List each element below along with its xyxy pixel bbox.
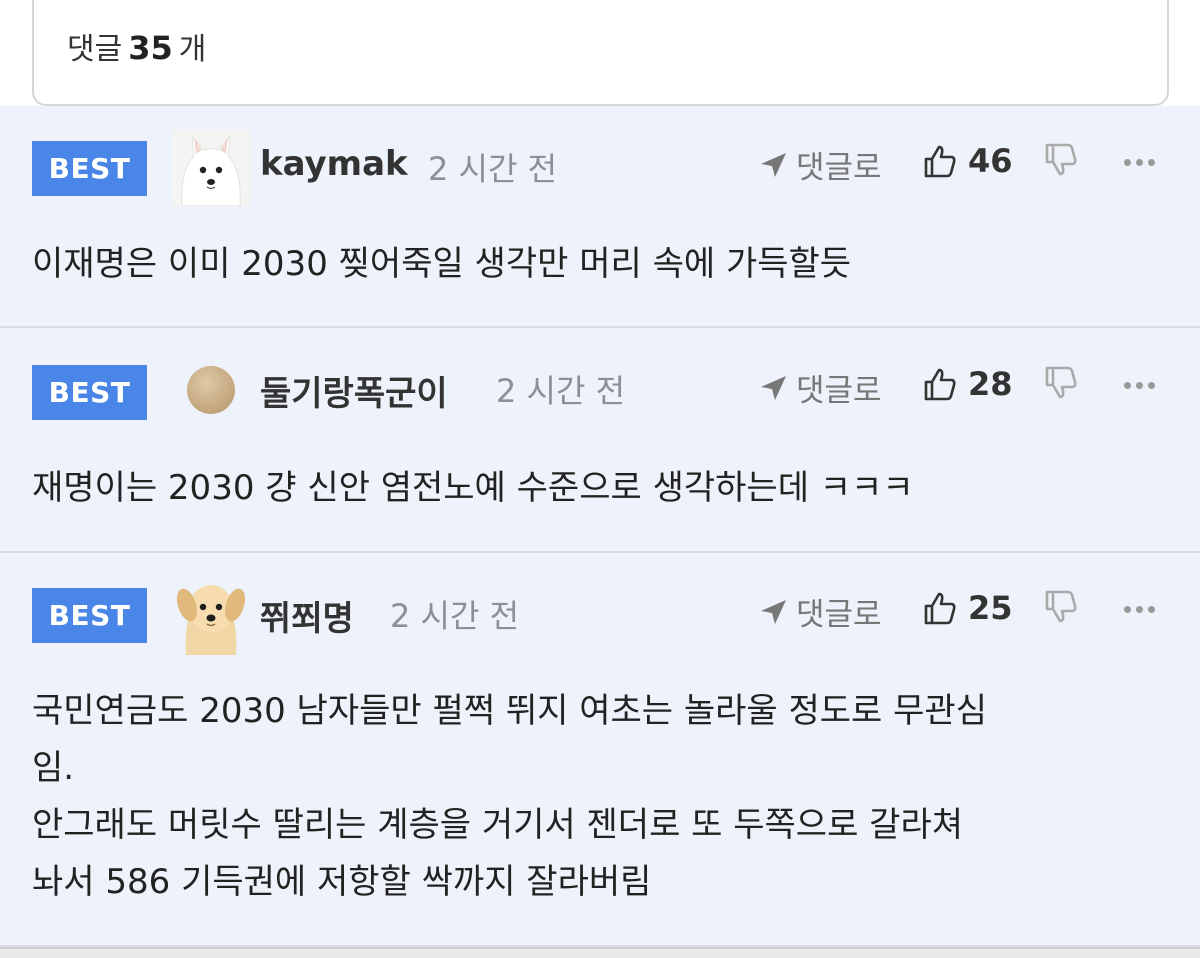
comment-line: 국민연금도 2030 남자들만 펄쩍 뛰지 여초는 놀라울 정도로 무관심 xyxy=(32,691,987,731)
more-dot xyxy=(1148,382,1155,389)
reply-label: 댓글로 xyxy=(796,373,882,409)
username[interactable]: kaymak xyxy=(260,144,408,184)
comment-line: 임. xyxy=(32,748,75,788)
best-badge: BEST xyxy=(32,365,147,420)
comment-text: 재명이는 2030 걍 신안 염전노예 수준으로 생각하는데 ㅋㅋㅋ xyxy=(32,460,914,517)
comment-header: BEST kaymak 2 시간 전 댓글로 46 xyxy=(0,106,1200,216)
like-button[interactable]: 25 xyxy=(922,589,1013,627)
comment-count-number: 35 xyxy=(128,29,173,67)
like-count: 25 xyxy=(968,589,1013,627)
comment-line: 이재명은 이미 2030 찢어죽일 생각만 머리 속에 가득할듯 xyxy=(32,244,852,284)
more-dot xyxy=(1148,159,1155,166)
comment-line: 재명이는 2030 걍 신안 염전노예 수준으로 생각하는데 ㅋㅋㅋ xyxy=(32,468,914,508)
dislike-button[interactable] xyxy=(1043,589,1079,629)
comment-count: 댓글 35 개 xyxy=(67,24,206,68)
bottom-divider xyxy=(0,947,1200,958)
more-options-button[interactable] xyxy=(1124,382,1155,389)
comment-line: 놔서 586 기득권에 저항할 싹까지 잘라버림 xyxy=(32,862,652,902)
best-badge: BEST xyxy=(32,588,147,643)
send-arrow-icon xyxy=(761,152,786,177)
like-button[interactable]: 46 xyxy=(922,142,1013,180)
more-dot xyxy=(1148,606,1155,613)
comment-item: BEST kaymak 2 시간 전 댓글로 46 이재명은 이미 2030 찢… xyxy=(0,106,1200,328)
avatar[interactable] xyxy=(172,575,250,655)
username[interactable]: 쮜쬐명 xyxy=(260,591,354,640)
comment-text: 이재명은 이미 2030 찢어죽일 생각만 머리 속에 가득할듯 xyxy=(32,236,851,293)
comment-item: BEST 둘기랑폭군이 2 시간 전 댓글로 28 재명이는 2030 걍 신안… xyxy=(0,328,1200,553)
like-count: 28 xyxy=(968,365,1013,403)
circle-avatar-icon xyxy=(187,366,235,414)
thumbs-up-icon xyxy=(924,368,956,401)
thumbs-down-icon xyxy=(1045,590,1077,623)
more-dots-icon xyxy=(1124,606,1131,613)
reply-button[interactable]: 댓글로 xyxy=(758,142,882,187)
more-dots-icon xyxy=(1124,382,1131,389)
reply-label: 댓글로 xyxy=(796,150,882,186)
like-button[interactable]: 28 xyxy=(922,365,1013,403)
thumbs-up-icon xyxy=(924,145,956,178)
timestamp: 2 시간 전 xyxy=(390,597,520,635)
timestamp: 2 시간 전 xyxy=(428,150,558,188)
samoyed-avatar-icon xyxy=(172,130,250,206)
reply-button[interactable]: 댓글로 xyxy=(758,589,882,634)
more-options-button[interactable] xyxy=(1124,159,1155,166)
comment-count-box: 댓글 35 개 xyxy=(32,0,1169,106)
more-dot xyxy=(1136,382,1143,389)
more-dot xyxy=(1136,606,1143,613)
thumbs-down-icon xyxy=(1045,143,1077,176)
avatar[interactable] xyxy=(186,365,236,415)
send-arrow-icon xyxy=(761,599,786,624)
thumbs-down-icon xyxy=(1045,366,1077,399)
timestamp: 2 시간 전 xyxy=(496,372,626,410)
reply-label: 댓글로 xyxy=(796,597,882,633)
comment-text: 국민연금도 2030 남자들만 펄쩍 뛰지 여초는 놀라울 정도로 무관심 임.… xyxy=(32,683,987,911)
like-count: 46 xyxy=(968,142,1013,180)
comment-item: BEST 쮜쬐명 2 시간 전 댓글로 25 국민연금도 2030 남자들만 펄… xyxy=(0,553,1200,947)
comment-line: 안그래도 머릿수 딸리는 계층을 거기서 젠더로 또 두쪽으로 갈라쳐 xyxy=(32,805,964,845)
puppy-avatar-icon xyxy=(172,575,250,655)
comment-count-suffix: 개 xyxy=(178,32,207,67)
avatar[interactable] xyxy=(172,130,250,206)
thumbs-up-icon xyxy=(924,592,956,625)
more-dots-icon xyxy=(1124,159,1131,166)
comment-header: BEST 쮜쬐명 2 시간 전 댓글로 25 xyxy=(0,553,1200,663)
more-options-button[interactable] xyxy=(1124,606,1155,613)
send-arrow-icon xyxy=(761,375,786,400)
comment-header: BEST 둘기랑폭군이 2 시간 전 댓글로 28 xyxy=(0,328,1200,438)
comment-count-prefix: 댓글 xyxy=(67,32,123,67)
comment-count-section: 댓글 35 개 xyxy=(0,0,1200,106)
username[interactable]: 둘기랑폭군이 xyxy=(260,366,448,415)
best-badge: BEST xyxy=(32,141,147,196)
dislike-button[interactable] xyxy=(1043,365,1079,405)
dislike-button[interactable] xyxy=(1043,142,1079,182)
more-dot xyxy=(1136,159,1143,166)
reply-button[interactable]: 댓글로 xyxy=(758,365,882,410)
